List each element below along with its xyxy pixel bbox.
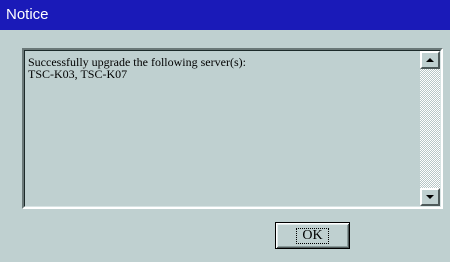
arrow-down-icon [426,195,434,199]
ok-button-label: OK [296,227,329,244]
window-title[interactable]: Notice [0,0,450,30]
vertical-scrollbar[interactable] [420,51,440,206]
message-box-inner: Successfully upgrade the following serve… [24,50,441,207]
notice-dialog: Notice Successfully upgrade the followin… [0,0,450,262]
scroll-up-button[interactable] [420,51,440,69]
message-text: Successfully upgrade the following serve… [28,55,246,81]
ok-button[interactable]: OK [275,222,350,249]
arrow-up-icon [426,58,434,62]
message-box[interactable]: Successfully upgrade the following serve… [22,48,443,209]
scroll-down-button[interactable] [420,188,440,206]
